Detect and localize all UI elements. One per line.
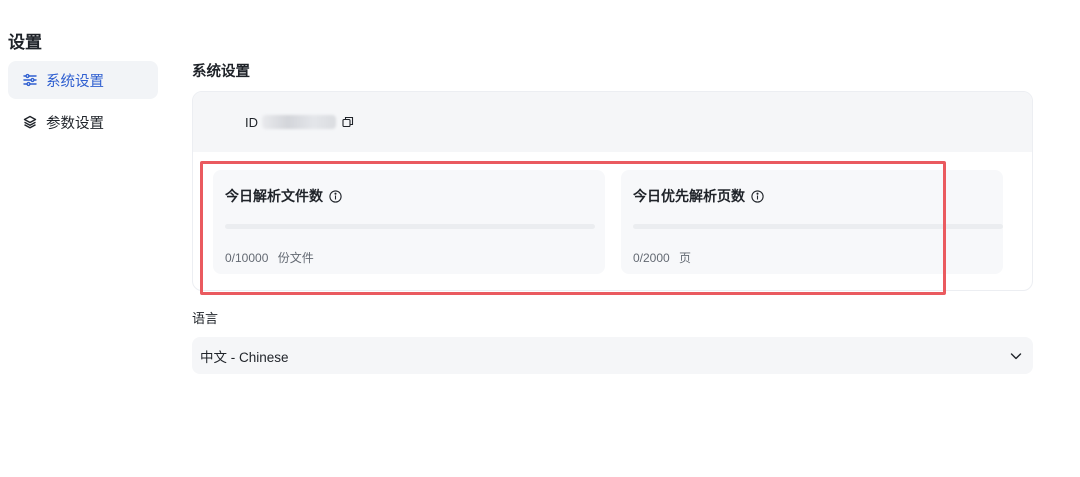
stat-unit: 页 (679, 251, 692, 265)
account-id-row: ID (193, 92, 1032, 152)
masked-id-value (262, 115, 336, 129)
language-select[interactable]: 中文 - Chinese (192, 337, 1033, 374)
language-label: 语言 (192, 311, 219, 326)
stat-value-row: 0/2000 页 (633, 249, 991, 266)
sidebar-title: 设置 (8, 33, 42, 52)
usage-stats: 今日解析文件数 0/10000 份文件 今日优先解析页数 0/2000 页 (213, 170, 1003, 274)
account-card: ID 今日解析文件数 0/10000 份文件 今日优先解析页数 0/2000 页 (192, 91, 1033, 291)
layers-icon (22, 114, 38, 130)
chevron-down-icon (1009, 349, 1023, 363)
section-title: 系统设置 (192, 64, 250, 80)
settings-page: 设置 系统设置 参数设置 系统设置 ID 今日解析文件数 0/10000 份文件… (0, 0, 1080, 477)
copy-icon[interactable] (342, 116, 354, 128)
stat-unit: 份文件 (277, 251, 314, 265)
stat-title: 今日优先解析页数 (633, 188, 745, 204)
stat-title: 今日解析文件数 (225, 188, 323, 204)
stat-card-parsed-files: 今日解析文件数 0/10000 份文件 (213, 170, 605, 274)
id-label: ID (245, 114, 258, 130)
sidebar-item-label: 系统设置 (46, 73, 104, 90)
sidebar-item-parameter-settings[interactable]: 参数设置 (8, 103, 158, 141)
sidebar-item-label: 参数设置 (46, 115, 104, 132)
stat-card-priority-pages: 今日优先解析页数 0/2000 页 (621, 170, 1003, 274)
stat-value-row: 0/10000 份文件 (225, 249, 593, 266)
sliders-icon (22, 72, 38, 88)
progress-bar (633, 224, 1003, 229)
sidebar-item-system-settings[interactable]: 系统设置 (8, 61, 158, 99)
language-selected-value: 中文 - Chinese (200, 349, 289, 365)
progress-bar (225, 224, 595, 229)
info-icon[interactable] (751, 189, 764, 203)
stat-value: 0/10000 (225, 251, 269, 265)
settings-nav: 系统设置 参数设置 (8, 61, 158, 145)
info-icon[interactable] (329, 189, 342, 203)
stat-value: 0/2000 (633, 251, 670, 265)
